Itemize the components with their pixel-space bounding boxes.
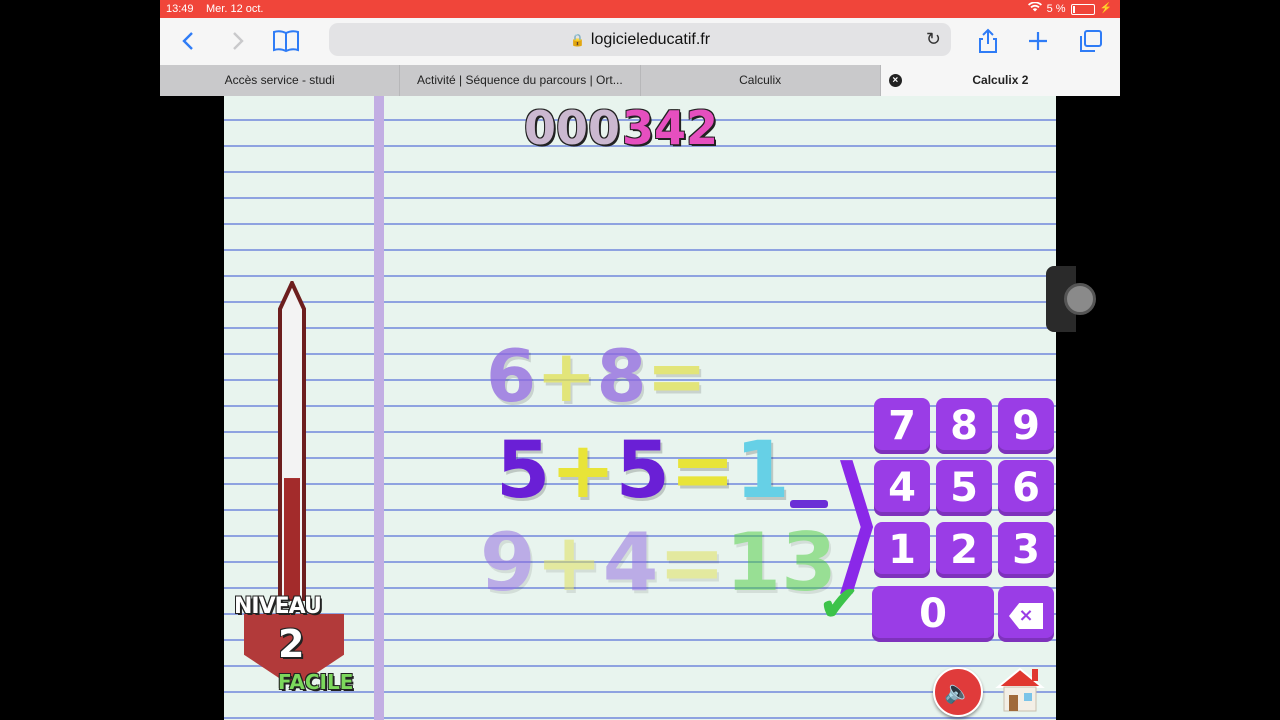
equation-current: 5 + 5 = 1: [496, 426, 790, 516]
progress-thermometer: [278, 281, 306, 601]
status-date: Mer. 12 oct.: [206, 3, 264, 15]
share-icon[interactable]: [972, 26, 1004, 56]
level-number: 2: [278, 622, 305, 666]
close-tab-icon[interactable]: ×: [888, 74, 902, 87]
tab-bar: Accès service - studi Activité | Séquenc…: [160, 65, 1120, 96]
speaker-icon: 🔈: [944, 679, 972, 704]
status-time: 13:49: [166, 3, 194, 15]
status-bar: 13:49 Mer. 12 oct. 5 % ⚡: [160, 0, 1120, 18]
tab-calculix[interactable]: Calculix: [641, 65, 881, 96]
battery-percent: 5 %: [1046, 3, 1066, 15]
key-3[interactable]: 3: [998, 522, 1054, 578]
bookmarks-icon[interactable]: [270, 26, 302, 56]
lock-icon: 🔒: [569, 32, 585, 47]
assistive-touch-button[interactable]: [1064, 283, 1096, 315]
key-0[interactable]: 0: [872, 586, 994, 642]
level-difficulty: FACILE: [278, 670, 354, 694]
delete-key[interactable]: ×: [998, 586, 1054, 642]
level-label: NIVEAU: [234, 594, 322, 619]
battery-icon: [1070, 3, 1095, 15]
game-area: 000 342 6 + 8 = 5 + 5 = 1 9 + 4 = 13 ⟩ ✔: [224, 96, 1056, 720]
address-bar[interactable]: 🔒 logicieleducatif.fr ↻: [329, 23, 951, 56]
charging-icon: ⚡: [1099, 3, 1112, 14]
key-5[interactable]: 5: [936, 460, 992, 516]
url-text: logicieleducatif.fr: [590, 30, 711, 48]
sound-button[interactable]: 🔈: [933, 667, 983, 717]
notebook-margin-line: [374, 96, 384, 720]
tabs-icon[interactable]: [1074, 26, 1106, 56]
key-8[interactable]: 8: [936, 398, 992, 454]
key-1[interactable]: 1: [874, 522, 930, 578]
thermometer-fill: [284, 478, 300, 599]
browser-toolbar: 🔒 logicieleducatif.fr ↻: [160, 18, 1120, 65]
key-2[interactable]: 2: [936, 522, 992, 578]
home-icon[interactable]: [994, 663, 1046, 715]
score-value: 342: [622, 101, 719, 155]
backspace-icon: ×: [1009, 603, 1043, 629]
new-tab-icon[interactable]: [1022, 26, 1054, 56]
wifi-icon: [1027, 0, 1042, 18]
forward-icon[interactable]: [222, 26, 254, 56]
score-display: 000 342: [524, 98, 718, 158]
tab-activite[interactable]: Activité | Séquence du parcours | Ort...: [400, 65, 641, 96]
tab-acces-service[interactable]: Accès service - studi: [160, 65, 401, 96]
key-9[interactable]: 9: [998, 398, 1054, 454]
tab-calculix-2[interactable]: × Calculix 2: [880, 65, 1120, 96]
checkmark-icon: ✔: [819, 578, 860, 631]
back-icon[interactable]: [172, 26, 204, 56]
equation-next: 6 + 8 =: [486, 334, 707, 418]
level-badge: NIVEAU 2 FACILE: [232, 594, 356, 694]
score-leading-zeros: 000: [524, 101, 621, 155]
key-4[interactable]: 4: [874, 460, 930, 516]
equation-previous: 9 + 4 = 13: [480, 516, 837, 609]
key-6[interactable]: 6: [998, 460, 1054, 516]
input-cursor: [790, 500, 828, 508]
ipad-screen: 13:49 Mer. 12 oct. 5 % ⚡ 🔒 logicieleduca…: [160, 0, 1120, 720]
key-7[interactable]: 7: [874, 398, 930, 454]
reload-icon[interactable]: ↻: [926, 29, 941, 50]
current-answer: 1: [735, 426, 790, 516]
